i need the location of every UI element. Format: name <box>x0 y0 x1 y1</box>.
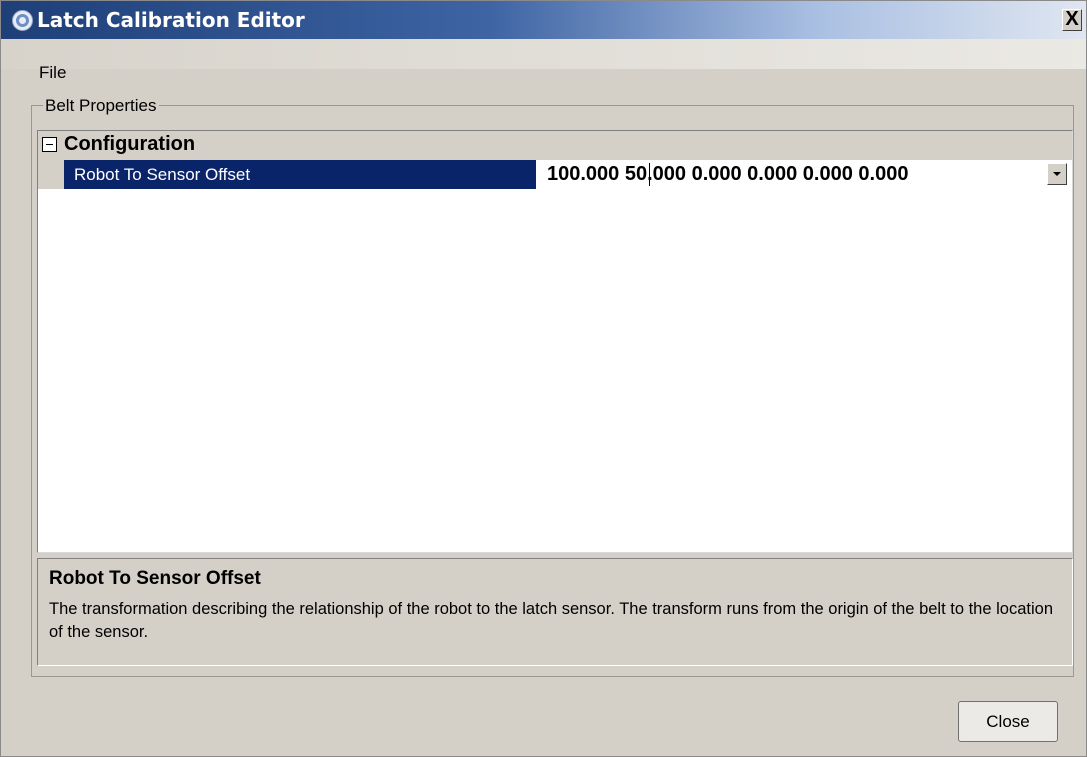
property-grid[interactable]: Configuration Robot To Sensor Offset 100… <box>37 130 1073 553</box>
text-cursor <box>649 163 650 186</box>
close-button[interactable]: Close <box>958 701 1058 742</box>
help-description: The transformation describing the relati… <box>49 600 1053 641</box>
collapse-toggle-icon[interactable] <box>42 137 57 152</box>
property-margin <box>38 160 64 189</box>
property-value-text[interactable]: 100.000 50.000 0.000 0.000 0.000 0.000 <box>547 163 908 185</box>
calibration-editor-window: Latch Calibration Editor X File Belt Pro… <box>0 0 1087 757</box>
property-row[interactable]: Robot To Sensor Offset 100.000 50.000 0.… <box>38 160 1072 189</box>
menu-bar: File <box>1 39 1086 82</box>
menu-file[interactable]: File <box>39 63 66 83</box>
group-label: Belt Properties <box>43 96 159 116</box>
help-panel: Robot To Sensor Offset The transformatio… <box>37 558 1073 666</box>
help-title: Robot To Sensor Offset <box>49 568 261 589</box>
property-name[interactable]: Robot To Sensor Offset <box>64 160 536 189</box>
property-value-input[interactable]: 100.000 50.000 0.000 0.000 0.000 0.000 <box>536 160 1032 189</box>
title-bar[interactable]: Latch Calibration Editor X <box>1 1 1086 39</box>
window-close-button[interactable]: X <box>1062 9 1082 31</box>
dropdown-arrow-icon[interactable] <box>1047 163 1067 185</box>
app-logo-icon <box>12 10 33 31</box>
category-row-configuration[interactable]: Configuration <box>38 131 1072 160</box>
window-title: Latch Calibration Editor <box>37 8 305 32</box>
category-label: Configuration <box>64 133 196 155</box>
